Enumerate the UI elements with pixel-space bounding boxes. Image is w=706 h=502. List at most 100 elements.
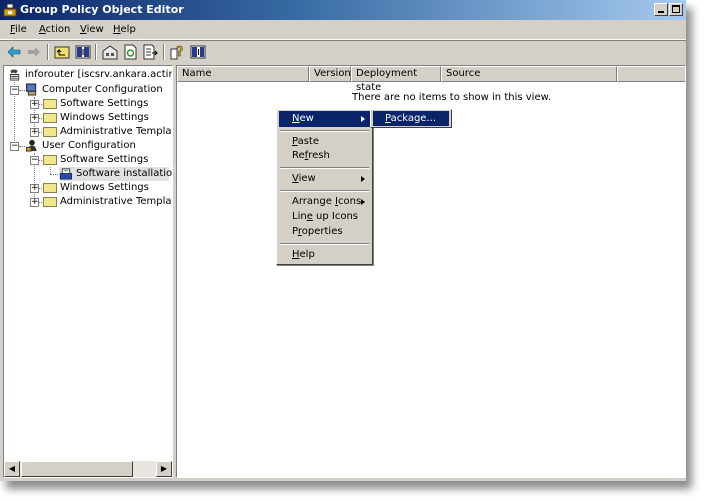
menu-separator bbox=[280, 190, 369, 192]
menu-view[interactable]: View bbox=[80, 24, 104, 35]
context-menu: New Paste Refresh View Arrange Icons Lin… bbox=[276, 109, 373, 265]
tree-label: Administrative Templates bbox=[60, 196, 172, 207]
minimize-icon bbox=[658, 11, 664, 13]
tree-item-uc-administrative-templates[interactable]: Administrative Templates bbox=[43, 195, 172, 209]
menu-action-label: ction bbox=[45, 24, 71, 35]
scroll-thumb[interactable] bbox=[21, 461, 133, 477]
menu-help-label: elp bbox=[120, 24, 136, 35]
user-icon bbox=[25, 139, 37, 152]
column-header-deployment-state[interactable]: Deployment state bbox=[351, 66, 441, 93]
tree-item-uc-windows-settings[interactable]: Windows Settings bbox=[43, 181, 172, 195]
column-header-source[interactable]: Source bbox=[441, 66, 617, 82]
menu-separator bbox=[280, 167, 369, 169]
menu-item-label: elp bbox=[299, 249, 315, 260]
toolbar: ? bbox=[0, 40, 686, 63]
menu-item-label: ackage... bbox=[390, 113, 436, 124]
tree-item-user-configuration[interactable]: User Configuration bbox=[25, 139, 172, 153]
menu-item-package[interactable]: Package... bbox=[373, 111, 449, 126]
column-header-version[interactable]: Version bbox=[309, 66, 351, 82]
maximize-icon bbox=[672, 5, 680, 13]
computer-icon bbox=[25, 83, 37, 96]
refresh-icon[interactable] bbox=[122, 44, 138, 60]
tree-label: Software installation bbox=[76, 168, 173, 179]
menu-file[interactable]: File bbox=[10, 24, 27, 35]
action-pane-icon[interactable] bbox=[190, 44, 206, 60]
menu-item-new[interactable]: New bbox=[279, 111, 370, 127]
menu-item-view[interactable]: View bbox=[279, 171, 370, 187]
tree-label: Administrative Templates bbox=[60, 126, 172, 137]
tree-label: Windows Settings bbox=[60, 182, 149, 193]
collapse-toggle[interactable]: − bbox=[10, 142, 19, 151]
tree-item-root[interactable]: inforouter [iscsrv.ankara.actinn.co bbox=[8, 68, 172, 82]
svg-text:?: ? bbox=[176, 45, 184, 60]
folder-icon bbox=[43, 155, 57, 165]
console-tree-icon[interactable] bbox=[75, 44, 91, 60]
scroll-right-button[interactable]: ▶ bbox=[156, 461, 172, 477]
tree-item-cc-software-settings[interactable]: Software Settings bbox=[43, 97, 172, 111]
tree-item-cc-administrative-templates[interactable]: Administrative Templates bbox=[43, 125, 172, 139]
tree-horizontal-scrollbar[interactable]: ◀ ▶ bbox=[4, 461, 172, 477]
tree-label: Computer Configuration bbox=[42, 84, 163, 95]
menu-bar: File Action View Help bbox=[0, 21, 686, 40]
forward-arrow-icon[interactable] bbox=[26, 44, 42, 60]
arrow-left-icon: ◀ bbox=[8, 464, 16, 473]
minimize-button[interactable] bbox=[654, 3, 668, 16]
menu-item-arrange-icons[interactable]: Arrange Icons bbox=[279, 194, 370, 210]
column-header-name[interactable]: Name bbox=[177, 66, 309, 82]
menu-action[interactable]: Action bbox=[39, 24, 70, 35]
tree-label: inforouter [iscsrv.ankara.actinn.co bbox=[25, 69, 172, 80]
expand-toggle[interactable]: + bbox=[30, 128, 39, 137]
tree-label: User Configuration bbox=[42, 140, 136, 151]
menu-separator bbox=[280, 243, 369, 245]
window-title: Group Policy Object Editor bbox=[20, 3, 184, 16]
menu-item-label: cons bbox=[338, 196, 362, 207]
software-installation-icon bbox=[59, 168, 73, 180]
expand-toggle[interactable]: + bbox=[30, 114, 39, 123]
menu-item-label: resh bbox=[308, 150, 330, 161]
toolbar-separator bbox=[163, 44, 165, 60]
export-list-icon[interactable] bbox=[142, 44, 158, 60]
empty-list-message: There are no items to show in this view. bbox=[352, 92, 552, 103]
tree-label: Software Settings bbox=[60, 154, 149, 165]
folder-icon bbox=[43, 183, 57, 193]
toolbar-separator bbox=[95, 44, 97, 60]
menu-file-label: ile bbox=[15, 24, 27, 35]
menu-item-help[interactable]: Help bbox=[279, 247, 370, 263]
help-icon[interactable]: ? bbox=[170, 44, 186, 60]
gpedit-icon bbox=[3, 3, 17, 17]
collapse-toggle[interactable]: − bbox=[10, 86, 19, 95]
tree-item-computer-configuration[interactable]: Computer Configuration bbox=[25, 83, 172, 97]
folder-icon bbox=[43, 99, 57, 109]
toolbar-separator bbox=[47, 44, 49, 60]
properties-icon[interactable] bbox=[102, 44, 118, 60]
console-tree[interactable]: inforouter [iscsrv.ankara.actinn.co − Co… bbox=[3, 65, 173, 478]
expand-toggle[interactable]: + bbox=[30, 100, 39, 109]
menu-separator bbox=[280, 130, 369, 132]
back-arrow-icon[interactable] bbox=[6, 44, 22, 60]
expand-toggle[interactable]: + bbox=[30, 184, 39, 193]
maximize-button[interactable] bbox=[669, 3, 683, 16]
tree-item-uc-software-settings[interactable]: Software Settings bbox=[43, 153, 172, 167]
tree-item-cc-windows-settings[interactable]: Windows Settings bbox=[43, 111, 172, 125]
menu-item-properties[interactable]: Properties bbox=[279, 224, 370, 240]
gpo-root-icon bbox=[9, 69, 20, 81]
menu-item-refresh[interactable]: Refresh bbox=[279, 148, 370, 164]
tree-item-software-installation[interactable]: Software installation bbox=[59, 167, 172, 181]
menu-help[interactable]: Help bbox=[113, 24, 136, 35]
menu-item-label: iew bbox=[298, 173, 316, 184]
folder-icon bbox=[43, 127, 57, 137]
menu-item-label: up Icons bbox=[312, 211, 358, 222]
submenu-arrow-icon bbox=[361, 116, 365, 122]
menu-item-line-up-icons[interactable]: Line up Icons bbox=[279, 209, 370, 225]
collapse-toggle[interactable]: − bbox=[30, 156, 39, 165]
menu-item-label: ew bbox=[299, 113, 314, 124]
expand-toggle[interactable]: + bbox=[30, 198, 39, 207]
column-header-filler bbox=[617, 66, 685, 82]
up-folder-icon[interactable] bbox=[54, 44, 70, 60]
submenu-arrow-icon bbox=[361, 176, 365, 182]
scroll-left-button[interactable]: ◀ bbox=[4, 461, 20, 477]
tree-label: Software Settings bbox=[60, 98, 149, 109]
app-window: Group Policy Object Editor File Action V… bbox=[0, 0, 686, 481]
submenu-new: Package... bbox=[370, 109, 452, 128]
title-bar[interactable]: Group Policy Object Editor bbox=[0, 0, 686, 20]
